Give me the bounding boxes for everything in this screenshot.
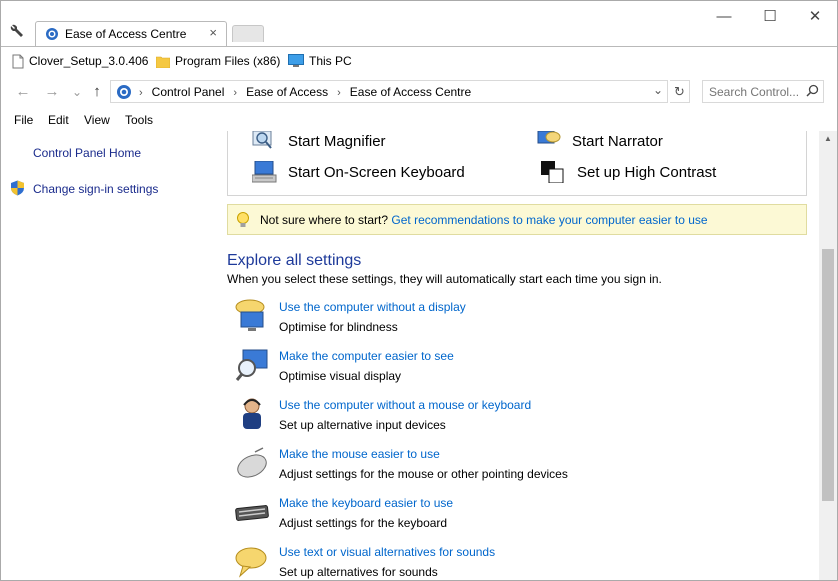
setting-link[interactable]: Use text or visual alternatives for soun…	[279, 545, 495, 559]
tip-text: Not sure where to start? Get recommendat…	[260, 213, 708, 227]
favorite-label: Program Files (x86)	[175, 54, 281, 68]
control-panel-home-link[interactable]: Control Panel Home	[33, 146, 141, 160]
keyboard-icon	[235, 505, 269, 521]
maximize-button[interactable]: ☐	[755, 7, 785, 27]
breadcrumb-control-panel[interactable]: Control Panel	[152, 85, 225, 99]
setting-link[interactable]: Use the computer without a display	[279, 300, 466, 314]
setting-description: Optimise visual display	[279, 369, 402, 383]
setting-keyboard-easier[interactable]: Make the keyboard easier to use Adjust s…	[235, 495, 795, 541]
new-tab-button[interactable]	[232, 25, 264, 42]
file-icon	[12, 54, 24, 68]
favorite-label: This PC	[309, 54, 352, 68]
breadcrumb-ease-of-access[interactable]: Ease of Access	[246, 85, 328, 99]
tab-title: Ease of Access Centre	[65, 27, 187, 41]
favorite-this-pc[interactable]: This PC	[288, 52, 352, 70]
start-onscreen-keyboard-tool[interactable]: Start On-Screen Keyboard	[252, 161, 465, 183]
magnifier-display-icon	[235, 349, 268, 381]
start-narrator-label: Start Narrator	[572, 132, 663, 150]
explore-description: When you select these settings, they wil…	[227, 272, 662, 286]
setting-description: Set up alternative input devices	[279, 418, 446, 432]
breadcrumb-separator-icon[interactable]: ›	[337, 87, 341, 99]
scroll-up-icon[interactable]: ▲	[819, 131, 837, 147]
explore-all-settings-heading: Explore all settings	[227, 252, 362, 269]
title-bar: Ease of Access Centre × — ☐ ✕	[1, 1, 837, 46]
lightbulb-icon	[237, 212, 249, 227]
control-panel-icon	[46, 28, 58, 40]
breadcrumb-separator-icon[interactable]: ›	[233, 87, 237, 99]
favorite-program-files[interactable]: Program Files (x86)	[156, 52, 280, 70]
ie-window: Ease of Access Centre × — ☐ ✕ Clover_Set…	[0, 0, 838, 581]
menu-file[interactable]: File	[14, 113, 33, 127]
menu-bar: File Edit View Tools	[1, 109, 837, 131]
favorites-bar: Clover_Setup_3.0.406 Program Files (x86)…	[1, 46, 837, 74]
setting-without-display[interactable]: Use the computer without a display Optim…	[235, 299, 795, 345]
start-magnifier-tool[interactable]: Start Magnifier	[252, 131, 386, 151]
start-magnifier-label: Start Magnifier	[288, 132, 386, 150]
monitor-icon	[288, 54, 304, 67]
address-row: ← → ⌄ ↑ › Control Panel › Ease of Access › Ea…	[1, 77, 837, 107]
setup-high-contrast-label: Set up High Contrast	[577, 163, 717, 181]
favorite-clover-setup[interactable]: Clover_Setup_3.0.406	[12, 52, 148, 70]
menu-tools[interactable]: Tools	[125, 113, 153, 127]
setting-link[interactable]: Use the computer without a mouse or keyb…	[279, 398, 531, 412]
person-headset-icon	[243, 398, 261, 429]
setup-high-contrast-tool[interactable]: Set up High Contrast	[541, 161, 716, 183]
folder-icon	[156, 56, 170, 68]
tab-ease-of-access[interactable]: Ease of Access Centre ×	[35, 21, 227, 46]
setting-description: Set up alternatives for sounds	[279, 565, 438, 579]
main-content: Start Magnifier Start Narrator Start On-…	[211, 131, 819, 580]
setting-description: Optimise for blindness	[279, 320, 398, 334]
setting-without-mouse-keyboard[interactable]: Use the computer without a mouse or keyb…	[235, 397, 795, 443]
onscreen-keyboard-icon	[252, 161, 277, 183]
setting-link[interactable]: Make the computer easier to see	[279, 349, 454, 363]
change-signin-settings-link[interactable]: Change sign-in settings	[33, 182, 158, 196]
magnifier-icon	[252, 131, 272, 149]
minimize-button[interactable]: —	[709, 7, 739, 27]
setting-sound-alternatives[interactable]: Use text or visual alternatives for soun…	[235, 544, 795, 580]
wrench-icon[interactable]	[9, 23, 25, 39]
favorite-label: Clover_Setup_3.0.406	[29, 54, 149, 68]
breadcrumb: › Control Panel › Ease of Access › Ease of Ac…	[139, 85, 471, 99]
control-panel-icon	[117, 85, 131, 99]
setting-description: Adjust settings for the keyboard	[279, 516, 448, 530]
get-recommendations-link[interactable]: Get recommendations to make your compute…	[391, 213, 707, 227]
narrator-icon	[537, 131, 561, 144]
search-input[interactable]	[709, 84, 799, 99]
speech-bubble-icon	[235, 547, 267, 578]
scrollbar-thumb[interactable]	[822, 249, 834, 501]
forward-button[interactable]: →	[42, 82, 62, 102]
speech-display-icon	[235, 299, 265, 331]
left-pane: Control Panel Home Change sign-in settin…	[1, 131, 211, 580]
start-narrator-tool[interactable]: Start Narrator	[536, 131, 663, 151]
address-dropdown-icon[interactable]: ⌄	[653, 83, 663, 97]
high-contrast-icon	[541, 161, 564, 183]
setting-link[interactable]: Make the mouse easier to use	[279, 447, 440, 461]
menu-edit[interactable]: Edit	[48, 113, 69, 127]
setting-description: Adjust settings for the mouse or other p…	[279, 467, 568, 481]
vertical-scrollbar[interactable]: ▲	[819, 131, 837, 580]
recent-locations-button[interactable]: ⌄	[67, 82, 87, 102]
recommendation-tip: Not sure where to start? Get recommendat…	[227, 204, 807, 235]
mouse-icon	[237, 447, 267, 478]
search-icon[interactable]	[806, 84, 819, 97]
setting-link[interactable]: Make the keyboard easier to use	[279, 496, 453, 510]
tip-question: Not sure where to start?	[260, 213, 389, 227]
breadcrumb-ease-of-access-centre[interactable]: Ease of Access Centre	[350, 85, 471, 99]
refresh-button[interactable]: ↻	[670, 80, 690, 103]
breadcrumb-separator-icon: ›	[139, 87, 143, 99]
up-button[interactable]: ↑	[87, 82, 107, 102]
start-onscreen-keyboard-label: Start On-Screen Keyboard	[288, 163, 465, 181]
tab-close-icon[interactable]: ×	[209, 26, 217, 40]
setting-mouse-easier[interactable]: Make the mouse easier to use Adjust sett…	[235, 446, 795, 492]
close-button[interactable]: ✕	[800, 7, 830, 27]
menu-view[interactable]: View	[84, 113, 110, 127]
setting-easier-to-see[interactable]: Make the computer easier to see Optimise…	[235, 348, 795, 394]
address-bar[interactable]: › Control Panel › Ease of Access › Ease of Ac…	[110, 80, 668, 103]
back-button[interactable]: ←	[13, 82, 33, 102]
uac-shield-icon	[11, 180, 24, 196]
search-box[interactable]	[702, 80, 824, 103]
